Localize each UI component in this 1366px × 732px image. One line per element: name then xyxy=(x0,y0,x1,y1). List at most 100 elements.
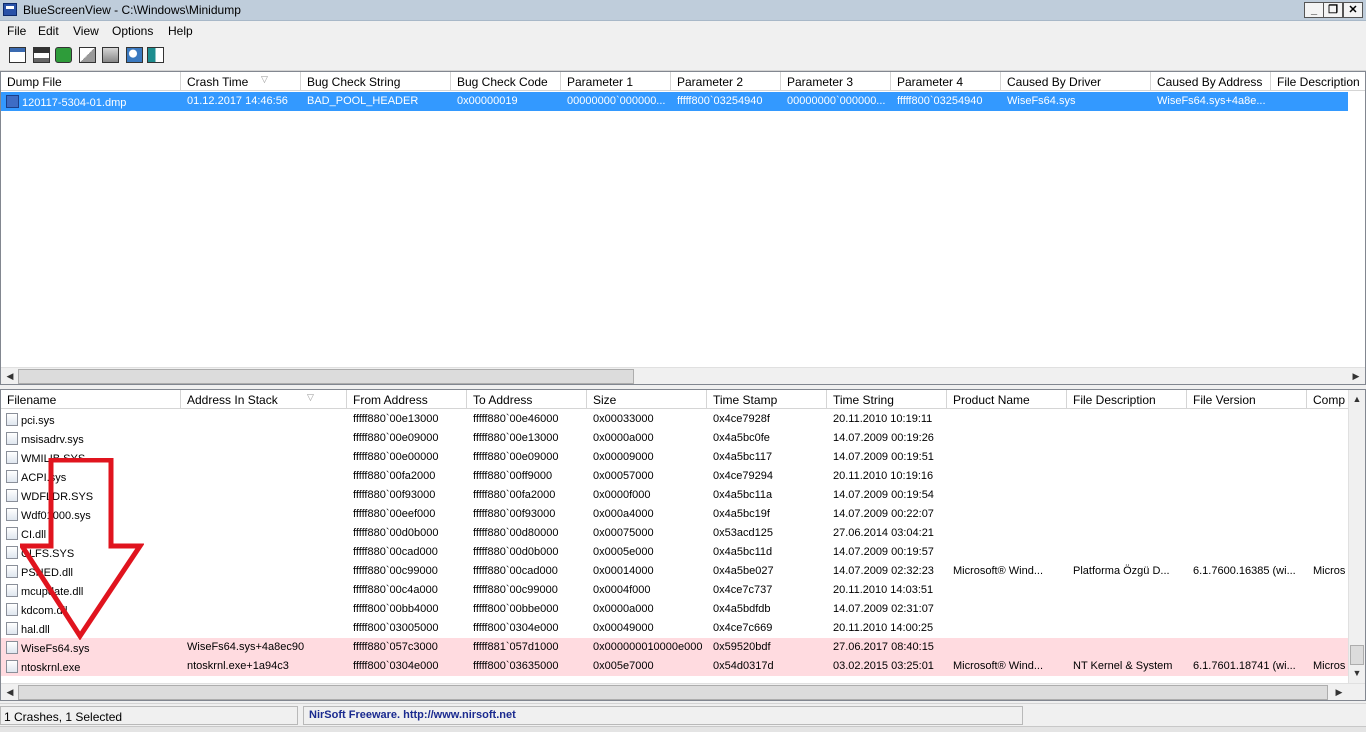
table-row[interactable]: PSHED.dll fffff880`00c99000 fffff880`00cad… xyxy=(1,562,1348,581)
menu-view[interactable]: View xyxy=(73,24,99,38)
scroll-left-icon[interactable]: ◀ xyxy=(2,685,18,700)
table-cell xyxy=(947,619,1067,638)
table-cell: fffff881`057d1000 xyxy=(473,641,559,653)
menu-edit[interactable]: Edit xyxy=(38,24,59,38)
table-row[interactable]: ntoskrnl.exe ntoskrnl.exe+1a94c3 fffff800`… xyxy=(1,657,1348,676)
table-cell xyxy=(1187,467,1307,486)
column-header[interactable]: Crash Time xyxy=(181,72,301,91)
column-header[interactable]: Parameter 2 xyxy=(671,72,781,91)
maximize-button[interactable]: ❐ xyxy=(1323,2,1343,18)
column-header[interactable]: Parameter 3 xyxy=(781,72,891,91)
scroll-left-icon[interactable]: ◀ xyxy=(2,369,18,384)
filename-text: msisadrv.sys xyxy=(21,434,84,446)
sort-arrow-icon: ▽ xyxy=(307,392,314,402)
save-icon[interactable] xyxy=(33,47,50,63)
table-row[interactable]: CI.dll fffff880`00d0b000 fffff880`00d80000… xyxy=(1,524,1348,543)
table-cell xyxy=(1187,429,1307,448)
table-row[interactable]: 120117-5304-01.dmp 01.12.2017 14:46:56 BAD… xyxy=(1,92,1348,111)
table-cell: 0x4ce7c737 xyxy=(713,584,773,596)
copy-icon[interactable] xyxy=(79,47,96,63)
scroll-thumb[interactable] xyxy=(1350,645,1364,665)
column-header[interactable]: File Version xyxy=(1187,390,1307,409)
refresh-icon[interactable] xyxy=(55,47,72,63)
column-header[interactable]: Parameter 1 xyxy=(561,72,671,91)
red-arrow-annotation xyxy=(20,458,144,640)
table-cell xyxy=(1187,638,1307,657)
table-cell xyxy=(1187,486,1307,505)
column-header[interactable]: Product Name xyxy=(947,390,1067,409)
column-header[interactable]: Time Stamp xyxy=(707,390,827,409)
driver-list-vscroll[interactable]: ▲ ▼ xyxy=(1348,390,1365,683)
table-cell xyxy=(1067,448,1187,467)
close-button[interactable]: ✕ xyxy=(1343,2,1363,18)
column-header[interactable]: File Description xyxy=(1271,72,1365,91)
scroll-down-icon[interactable]: ▼ xyxy=(1349,666,1365,681)
table-row[interactable]: pci.sys fffff880`00e13000 fffff880`00e4600… xyxy=(1,410,1348,429)
properties-icon[interactable] xyxy=(9,47,26,63)
column-header[interactable]: Caused By Address xyxy=(1151,72,1271,91)
table-row[interactable]: CLFS.SYS fffff880`00cad000 fffff880`00d0b0… xyxy=(1,543,1348,562)
table-row[interactable]: WiseFs64.sys WiseFs64.sys+4a8ec90 fffff880… xyxy=(1,638,1348,657)
table-cell: pci.sys xyxy=(1,410,181,429)
column-header[interactable]: Bug Check Code xyxy=(451,72,561,91)
driver-list[interactable]: Filename Address In Stack ▽ From Address To … xyxy=(0,389,1366,701)
find-icon[interactable] xyxy=(126,47,143,63)
column-header[interactable]: From Address xyxy=(347,390,467,409)
scroll-right-icon[interactable]: ▶ xyxy=(1331,685,1347,700)
table-row[interactable]: WDFLDR.SYS fffff880`00f93000 fffff880`00fa… xyxy=(1,486,1348,505)
filename-text: ntoskrnl.exe xyxy=(21,662,81,674)
dump-list-header: Dump File Crash Time ▽ Bug Check String Bug … xyxy=(1,72,1365,91)
column-header[interactable]: To Address xyxy=(467,390,587,409)
table-row[interactable]: WMILIB.SYS fffff880`00e00000 fffff880`00e0… xyxy=(1,448,1348,467)
table-cell xyxy=(947,486,1067,505)
table-cell: 0x000a4000 xyxy=(593,508,654,520)
table-cell: NT Kernel & System xyxy=(1073,660,1173,672)
minimize-button[interactable]: _ xyxy=(1304,2,1324,18)
table-row[interactable]: ACPI.sys fffff880`00fa2000 fffff880`00ff90… xyxy=(1,467,1348,486)
table-row[interactable]: kdcom.dll fffff800`00bb4000 fffff800`00bbe… xyxy=(1,600,1348,619)
table-cell: 0x53acd125 xyxy=(713,527,773,539)
menu-file[interactable]: File xyxy=(7,24,26,38)
nirsoft-link[interactable]: NirSoft Freeware. http://www.nirsoft.net xyxy=(303,706,1023,725)
table-cell xyxy=(181,429,347,448)
table-row[interactable]: mcupdate.dll fffff880`00c4a000 fffff880`00… xyxy=(1,581,1348,600)
dump-list-hscroll[interactable]: ◀ ▶ xyxy=(1,367,1365,384)
table-cell: fffff800`00bbe000 xyxy=(473,603,559,615)
options-icon[interactable] xyxy=(102,47,119,63)
scroll-thumb[interactable] xyxy=(18,685,1328,700)
table-cell xyxy=(1187,448,1307,467)
table-cell: 20.11.2010 10:19:16 xyxy=(833,470,934,482)
column-header[interactable]: Bug Check String xyxy=(301,72,451,91)
table-cell: fffff880`00cad000 xyxy=(353,546,438,558)
scroll-thumb[interactable] xyxy=(18,369,634,384)
column-header[interactable]: Dump File xyxy=(1,72,181,91)
exit-icon[interactable] xyxy=(147,47,164,63)
column-header[interactable]: Size xyxy=(587,390,707,409)
column-header[interactable]: File Description xyxy=(1067,390,1187,409)
table-row[interactable]: Wdf01000.sys fffff880`00eef000 fffff880`00… xyxy=(1,505,1348,524)
driver-list-hscroll[interactable]: ◀ ▶ xyxy=(1,683,1365,700)
column-header[interactable]: Parameter 4 xyxy=(891,72,1001,91)
status-bar: 1 Crashes, 1 Selected NirSoft Freeware. … xyxy=(0,703,1366,725)
scroll-up-icon[interactable]: ▲ xyxy=(1349,392,1365,407)
table-cell: 6.1.7601.18741 (wi... xyxy=(1193,660,1296,672)
table-cell xyxy=(181,505,347,524)
table-cell xyxy=(1187,619,1307,638)
table-cell xyxy=(181,467,347,486)
table-cell xyxy=(1067,543,1187,562)
column-header[interactable]: Caused By Driver xyxy=(1001,72,1151,91)
table-cell: 0x00049000 xyxy=(593,622,654,634)
menu-options[interactable]: Options xyxy=(112,24,153,38)
table-cell: fffff880`00c99000 xyxy=(353,565,438,577)
table-cell: 00000000`000000... xyxy=(787,95,886,107)
menu-help[interactable]: Help xyxy=(168,24,193,38)
scroll-right-icon[interactable]: ▶ xyxy=(1348,369,1364,384)
column-header[interactable]: Time String xyxy=(827,390,947,409)
table-row[interactable]: msisadrv.sys fffff880`00e09000 fffff880`00… xyxy=(1,429,1348,448)
dump-list[interactable]: Dump File Crash Time ▽ Bug Check String Bug … xyxy=(0,71,1366,385)
column-header[interactable]: Filename xyxy=(1,390,181,409)
table-cell: 14.07.2009 00:22:07 xyxy=(833,508,934,520)
column-header[interactable]: Address In Stack xyxy=(181,390,347,409)
table-row[interactable]: hal.dll fffff800`03005000 fffff800`0304e00… xyxy=(1,619,1348,638)
table-cell xyxy=(947,410,1067,429)
